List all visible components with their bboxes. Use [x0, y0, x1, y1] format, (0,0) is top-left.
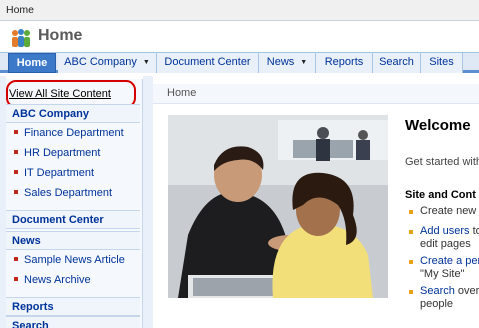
- top-navigation: Home ABC Company ▼ Document Center News ▼ …: [0, 52, 479, 73]
- welcome-item-add-users-text: to: [472, 225, 479, 237]
- bullet-square-icon: [409, 210, 413, 214]
- welcome-item-search-text: over: [454, 285, 479, 297]
- bullet-icon: [14, 257, 18, 261]
- bullet-square-icon: [409, 230, 413, 234]
- search-link[interactable]: Search: [420, 285, 455, 297]
- site-header: Home: [0, 21, 479, 53]
- ql-item-sales[interactable]: Sales Department: [14, 187, 112, 199]
- ql-item-news-archive-label: News Archive: [24, 274, 91, 286]
- welcome-item-create-personal: Create a per: [420, 255, 479, 267]
- tab-search-label: Search: [379, 56, 414, 68]
- welcome-item-edit-pages-text: edit pages: [420, 238, 471, 250]
- ql-item-it[interactable]: IT Department: [14, 167, 94, 179]
- global-breadcrumb-bar: Home: [0, 0, 479, 21]
- tab-home-label: Home: [16, 57, 48, 69]
- ql-heading-abc-company[interactable]: ABC Company: [6, 104, 140, 123]
- tab-document-center-label: Document Center: [164, 56, 251, 68]
- welcome-item-create-new: Create new: [420, 205, 476, 217]
- tab-sites[interactable]: Sites: [421, 53, 463, 73]
- tab-abc-company-label: ABC Company: [64, 56, 137, 68]
- tab-sites-label: Sites: [429, 56, 454, 68]
- welcome-item-my-site-text: "My Site": [420, 268, 465, 280]
- ql-item-sample-news[interactable]: Sample News Article: [14, 254, 125, 266]
- ql-item-news-archive[interactable]: News Archive: [14, 274, 91, 286]
- welcome-item-edit-pages: edit pages: [420, 238, 471, 250]
- bullet-icon: [14, 150, 18, 154]
- add-users-link[interactable]: Add users: [420, 225, 470, 237]
- ql-item-it-label: IT Department: [24, 167, 95, 179]
- get-started-text: Get started with: [405, 156, 479, 168]
- tab-reports-label: Reports: [324, 56, 364, 68]
- bullet-icon: [14, 277, 18, 281]
- welcome-title: Welcome: [405, 117, 471, 134]
- ql-heading-news[interactable]: News: [6, 231, 140, 250]
- ql-item-hr-label: HR Department: [24, 147, 101, 159]
- ql-item-sales-label: Sales Department: [24, 187, 113, 199]
- bullet-square-icon: [409, 290, 413, 294]
- ql-item-sample-news-label: Sample News Article: [24, 254, 125, 266]
- dropdown-arrow-icon[interactable]: ▼: [300, 59, 307, 66]
- global-breadcrumb-home[interactable]: Home: [6, 4, 34, 16]
- welcome-item-people: people: [420, 298, 453, 310]
- ql-item-finance-label: Finance Department: [24, 127, 124, 139]
- tab-abc-company[interactable]: ABC Company ▼: [58, 53, 157, 73]
- welcome-item-search: Search over: [420, 285, 479, 297]
- ql-item-hr[interactable]: HR Department: [14, 147, 100, 159]
- create-personal-site-link[interactable]: Create a per: [420, 255, 479, 267]
- ql-item-finance[interactable]: Finance Department: [14, 127, 124, 139]
- tab-home[interactable]: Home: [8, 53, 56, 73]
- people-logo-icon: [12, 29, 30, 47]
- bullet-square-icon: [409, 260, 413, 264]
- dropdown-arrow-icon[interactable]: ▼: [143, 59, 150, 66]
- bullet-icon: [14, 130, 18, 134]
- quicklaunch-right-edge: [143, 76, 153, 328]
- welcome-photo: [168, 115, 388, 298]
- ql-heading-document-center[interactable]: Document Center: [6, 210, 140, 229]
- ql-heading-reports[interactable]: Reports: [6, 297, 140, 316]
- welcome-item-create-new-text: Create new: [420, 205, 477, 217]
- welcome-item-my-site: "My Site": [420, 268, 464, 280]
- site-content-heading: Site and Cont: [405, 189, 476, 201]
- tab-news[interactable]: News ▼: [259, 53, 316, 73]
- tab-news-label: News: [266, 56, 295, 68]
- ql-heading-search[interactable]: Search: [6, 316, 140, 328]
- bullet-icon: [14, 170, 18, 174]
- welcome-item-add-users: Add users to: [420, 225, 479, 237]
- site-title: Home: [38, 27, 83, 44]
- welcome-item-people-text: people: [420, 298, 454, 310]
- page-breadcrumb-home[interactable]: Home: [167, 87, 196, 99]
- page-breadcrumb-bar: Home: [153, 84, 479, 104]
- tab-document-center[interactable]: Document Center: [157, 53, 259, 73]
- tab-search[interactable]: Search: [373, 53, 421, 73]
- bullet-icon: [14, 190, 18, 194]
- tab-reports[interactable]: Reports: [316, 53, 373, 73]
